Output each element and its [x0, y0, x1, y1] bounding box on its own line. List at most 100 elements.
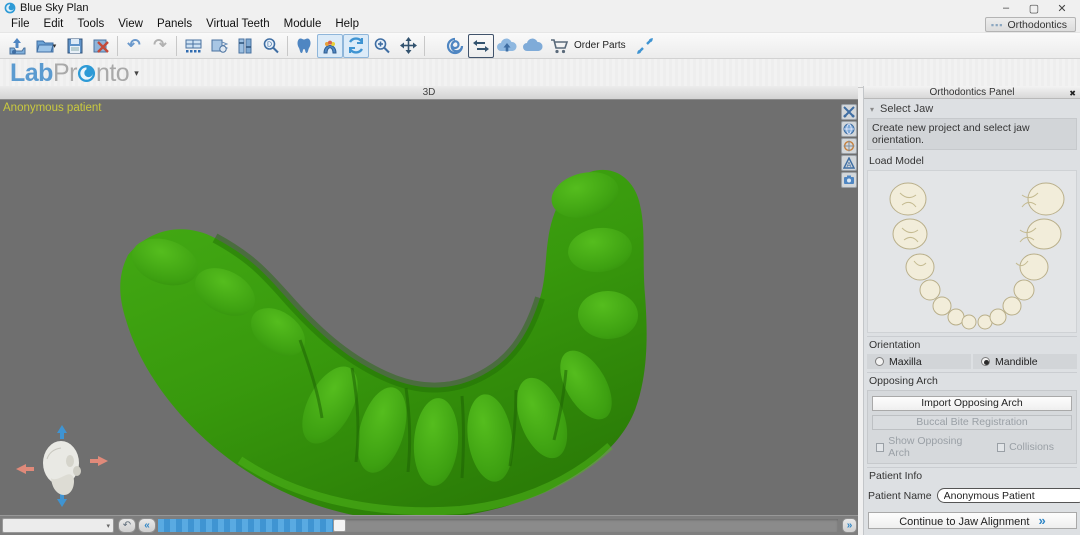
reset-view-button[interactable] — [343, 33, 369, 58]
menu-help[interactable]: Help — [328, 17, 366, 31]
logo-spiral-o-icon — [77, 64, 96, 82]
scrollbar-fill — [158, 519, 333, 532]
menu-tools[interactable]: Tools — [70, 17, 111, 31]
radio-mandible[interactable]: Mandible — [973, 354, 1077, 369]
save-project-icon — [67, 38, 83, 53]
arch-tool-button[interactable] — [317, 33, 343, 58]
menu-module[interactable]: Module — [277, 17, 329, 31]
undo-icon: ↶ — [127, 36, 141, 54]
globe-view-button[interactable] — [841, 121, 857, 137]
toolbar-separator — [117, 35, 118, 56]
select-jaw-description: Create new project and select jaw orient… — [867, 118, 1077, 150]
close-button[interactable]: ✕ — [1048, 2, 1076, 15]
buccal-bite-registration-button[interactable]: Buccal Bite Registration — [872, 415, 1072, 430]
continue-button-label: Continue to Jaw Alignment — [899, 516, 1030, 528]
head-orientation-widget[interactable] — [14, 423, 110, 509]
orientation-target-button[interactable] — [841, 138, 857, 154]
zoom-in-button[interactable] — [369, 34, 395, 58]
layout-panels-button[interactable] — [180, 34, 206, 58]
close-project-button[interactable] — [88, 34, 114, 58]
menu-view[interactable]: View — [111, 17, 150, 31]
radio-maxilla[interactable]: Maxilla — [867, 354, 971, 369]
viewport-title-bar: 3D — [0, 86, 858, 100]
patient-name-input[interactable] — [936, 488, 1080, 503]
virtual-teeth-button[interactable] — [291, 34, 317, 58]
import-opposing-arch-button[interactable]: Import Opposing Arch — [872, 396, 1072, 411]
order-parts-label: Order Parts — [574, 40, 626, 51]
viewport-view-label: 3D — [422, 87, 436, 98]
annotation-a-button[interactable]: A — [841, 155, 857, 171]
import-model-icon — [9, 37, 25, 54]
scroll-right-button[interactable]: » — [842, 518, 857, 533]
panel-close-button[interactable]: ✖ — [1069, 87, 1076, 100]
order-parts-cart-button[interactable] — [546, 34, 572, 58]
combo-caret-icon: ▾ — [106, 522, 110, 530]
logo-part-nto: nto — [95, 58, 130, 87]
panel-header[interactable]: Orthodontics Panel ✖ — [864, 86, 1080, 99]
show-opposing-label: Show Opposing Arch — [888, 435, 963, 459]
cloud-upload-button[interactable] — [494, 34, 520, 58]
toolbar-separator — [424, 35, 425, 56]
collapse-triangle-icon: ▾ — [870, 104, 875, 114]
select-jaw-label: Select Jaw — [880, 103, 934, 115]
cloud-upload-icon — [497, 38, 517, 51]
chevron-right-icon: » — [846, 520, 853, 531]
app-logo-icon — [4, 2, 16, 14]
menu-file[interactable]: File — [4, 17, 37, 31]
viewport-side-toolbar: A — [841, 104, 857, 188]
section-plane-icon — [843, 106, 855, 118]
collisions-checkbox[interactable] — [996, 442, 1006, 452]
timeline-scrollbar[interactable] — [158, 519, 838, 532]
viewport-3d[interactable]: 3D Anonymous patient A ▾ ↶ « » — [0, 86, 858, 535]
spiral-icon — [446, 37, 464, 54]
show-opposing-checkbox[interactable] — [876, 442, 885, 452]
measure-distance-icon — [473, 39, 489, 52]
logo-part-pr: Pr — [52, 58, 78, 87]
scroll-left-button[interactable]: « — [138, 518, 156, 533]
labpronto-logo[interactable]: LabPr nto — [10, 58, 130, 88]
close-project-icon — [93, 39, 109, 53]
menu-edit[interactable]: Edit — [37, 17, 71, 31]
tab-orthodontics[interactable]: ▪▪▪ Orthodontics — [984, 17, 1076, 32]
view-preset-combobox[interactable]: ▾ — [2, 518, 114, 533]
minimize-button[interactable]: – — [992, 2, 1020, 14]
undo-button[interactable]: ↶ — [121, 34, 147, 58]
menu-panels[interactable]: Panels — [150, 17, 199, 31]
load-model-label: Load Model — [869, 155, 924, 167]
jaw-arch-diagram — [889, 182, 1065, 330]
logo-caret-icon[interactable]: ▾ — [134, 68, 139, 79]
open-project-button[interactable]: ▾ — [30, 34, 62, 58]
snapshot-camera-button[interactable] — [841, 172, 857, 188]
opposing-arch-checkboxes: Show Opposing Arch Collisions — [872, 435, 1072, 459]
pan-view-button[interactable] — [395, 34, 421, 58]
scrollbar-thumb[interactable] — [333, 519, 346, 532]
svg-text:D: D — [267, 41, 272, 48]
panel-settings-button[interactable] — [232, 34, 258, 58]
save-project-button[interactable] — [62, 34, 88, 58]
view-undo-button[interactable]: ↶ — [118, 518, 136, 533]
cloud-storage-button[interactable] — [520, 34, 546, 58]
point-measure-icon — [636, 37, 653, 54]
continue-to-jaw-alignment-button[interactable]: Continue to Jaw Alignment » — [868, 512, 1077, 529]
toolbar-separator — [287, 35, 288, 56]
panel-title: Orthodontics Panel — [929, 87, 1015, 98]
surface-view-button[interactable] — [206, 34, 232, 58]
jaw-arch-preview[interactable] — [867, 170, 1077, 333]
panel-settings-icon — [238, 38, 252, 53]
window-title: Blue Sky Plan — [20, 2, 89, 14]
maximize-button[interactable]: ▢ — [1020, 2, 1048, 15]
redo-button[interactable]: ↷ — [147, 34, 173, 58]
menu-virtual-teeth[interactable]: Virtual Teeth — [199, 17, 277, 31]
zoom-detail-button[interactable]: D — [258, 34, 284, 58]
measure-distance-button[interactable] — [468, 33, 494, 58]
select-jaw-section-header[interactable]: ▾ Select Jaw — [864, 99, 1080, 118]
import-model-button[interactable] — [4, 34, 30, 58]
spiral-tool-button[interactable] — [442, 34, 468, 58]
section-plane-button[interactable] — [841, 104, 857, 120]
tab-orthodontics-label: Orthodontics — [1007, 18, 1067, 31]
double-chevron-right-icon: » — [1038, 513, 1046, 528]
mandible-3d-model[interactable] — [0, 100, 858, 535]
menu-bar: File Edit Tools View Panels Virtual Teet… — [0, 16, 1080, 32]
point-measure-button[interactable] — [632, 34, 658, 58]
logo-part-lab: Lab — [10, 58, 53, 87]
